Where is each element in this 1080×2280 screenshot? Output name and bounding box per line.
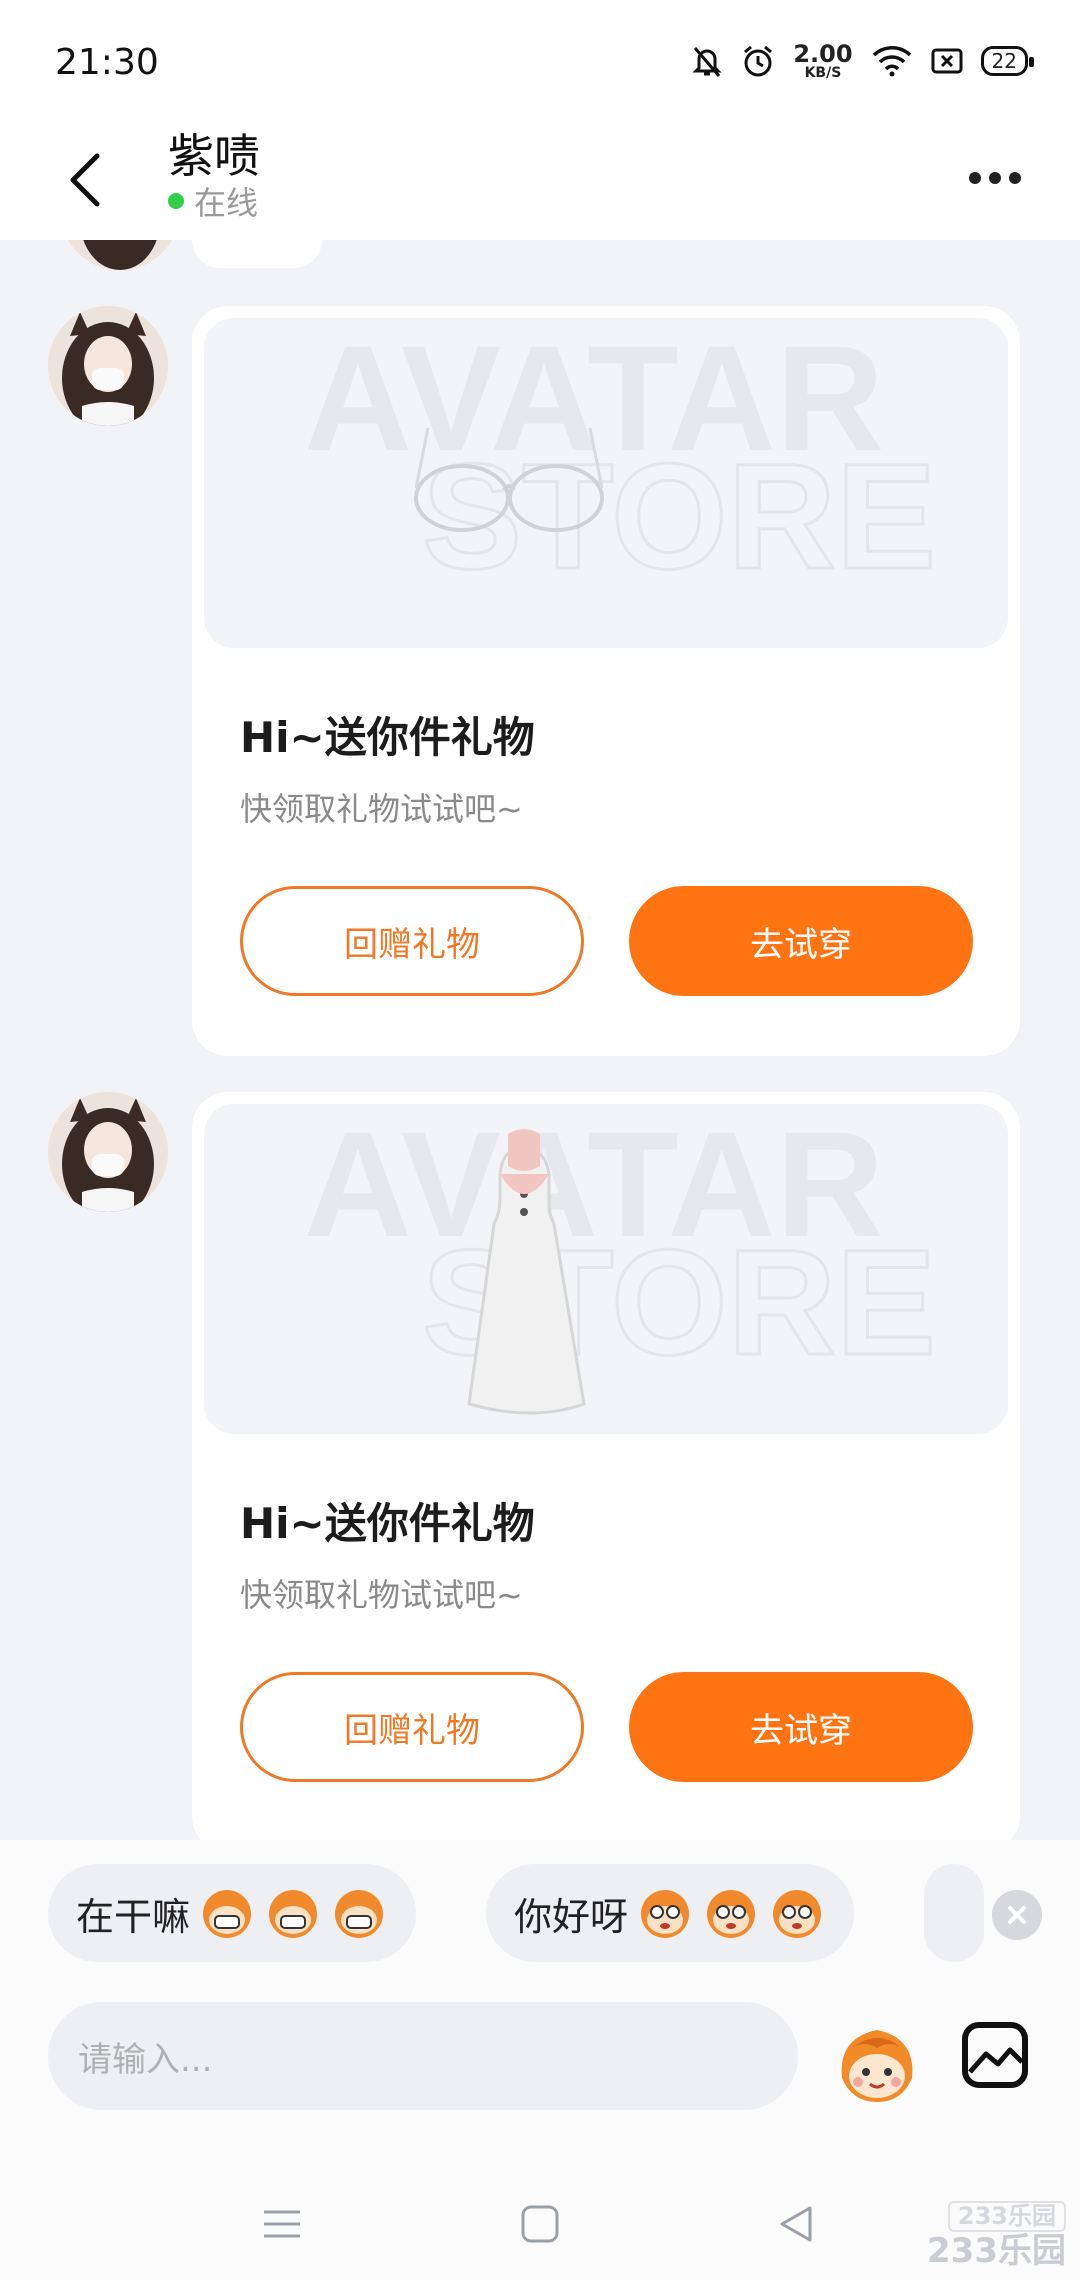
gift-subtitle: 快领取礼物试试吧~ [240,790,523,828]
contact-name: 紫啧 [168,129,260,183]
back-triangle-icon [780,2206,812,2242]
site-watermark: 233乐园 233乐园 [927,2195,1066,2270]
wifi-icon [871,45,913,77]
wide-eye-monkey-emoji-icon [773,1890,822,1938]
gift-image[interactable]: AVATAR STORE [204,318,1008,648]
watermark-text: 233乐园 [927,2230,1066,2271]
battery-level: 22 [991,49,1017,73]
gift-subtitle: 快领取礼物试试吧~ [240,1576,523,1614]
quick-reply-text: 在干嘛 [76,1894,191,1939]
net-speed: 2.00 KB/S [793,42,852,80]
return-gift-button[interactable]: 回赠礼物 [240,886,584,996]
grin-monkey-emoji-icon [203,1890,252,1938]
message-input-placeholder: 请输入... [78,2039,213,2080]
back-button[interactable] [50,140,120,220]
avatar[interactable] [48,1092,168,1212]
grin-monkey-emoji-icon [269,1890,318,1938]
back-arrow-icon [70,153,100,207]
watermark-badge: 233乐园 [947,2201,1066,2232]
send-image-button[interactable] [960,2020,1030,2090]
wide-eye-monkey-emoji-icon [707,1890,756,1938]
try-on-button[interactable]: 去试穿 [629,886,973,996]
mute-bell-icon [691,44,723,78]
close-icon [1008,1906,1026,1924]
battery-icon: 22 [980,46,1035,76]
message-bubble [192,240,322,268]
net-speed-unit: KB/S [804,65,842,81]
online-status-label: 在线 [194,184,259,222]
home-square-icon [521,2205,559,2243]
quick-reply-chip[interactable]: 你好呀 [486,1864,855,1962]
close-quick-replies-button[interactable] [992,1890,1042,1940]
gift-card[interactable]: AVATAR STORE Hi~送你件礼物 快领取礼物试试吧~ 回赠礼物 去试穿 [192,306,1020,1056]
dot-icon [969,172,981,184]
message-input[interactable]: 请输入... [48,2002,798,2110]
return-gift-button[interactable]: 回赠礼物 [240,1672,584,1782]
grin-monkey-emoji-icon [335,1890,384,1938]
menu-nav-button[interactable] [252,2194,312,2254]
alarm-icon [741,44,775,78]
online-dot-icon [168,193,184,209]
gift-card[interactable]: AVATAR STORE Hi~送你件礼物 快领取礼物试试吧~ 回赠礼物 去试穿 [192,1092,1020,1840]
avatar[interactable] [60,240,180,270]
status-time: 21:30 [55,42,159,83]
system-nav-bar: 233乐园 233乐园 [0,2170,1080,2280]
monkey-mascot-icon [841,2030,913,2102]
emoji-button[interactable] [832,2018,922,2108]
quick-reply-chip[interactable] [924,1864,984,1962]
online-status: 在线 [168,178,258,224]
dot-icon [1009,172,1021,184]
status-bar: 21:30 2.00 KB/S 22 [0,0,1080,120]
quick-reply-chip[interactable]: 在干嘛 [48,1864,417,1962]
menu-icon [264,2210,300,2238]
gift-title: Hi~送你件礼物 [240,1499,535,1548]
quick-reply-text: 你好呀 [514,1894,629,1939]
home-nav-button[interactable] [510,2194,570,2254]
sim-icon [931,48,963,74]
back-nav-button[interactable] [766,2194,826,2254]
gift-title: Hi~送你件礼物 [240,713,535,762]
try-on-button[interactable]: 去试穿 [629,1672,973,1782]
dot-icon [989,172,1001,184]
chat-messages[interactable]: AVATAR STORE Hi~送你件礼物 快领取礼物试试吧~ 回赠礼物 去试穿 [0,240,1080,1840]
net-speed-value: 2.00 [793,40,853,68]
status-icons: 2.00 KB/S 22 [691,42,1035,80]
wide-eye-monkey-emoji-icon [641,1890,690,1938]
chat-header: 紫啧 在线 [0,120,1080,240]
more-options-button[interactable] [960,148,1030,208]
gift-image[interactable]: AVATAR STORE [204,1104,1008,1434]
avatar[interactable] [48,306,168,426]
image-icon [962,2022,1028,2088]
